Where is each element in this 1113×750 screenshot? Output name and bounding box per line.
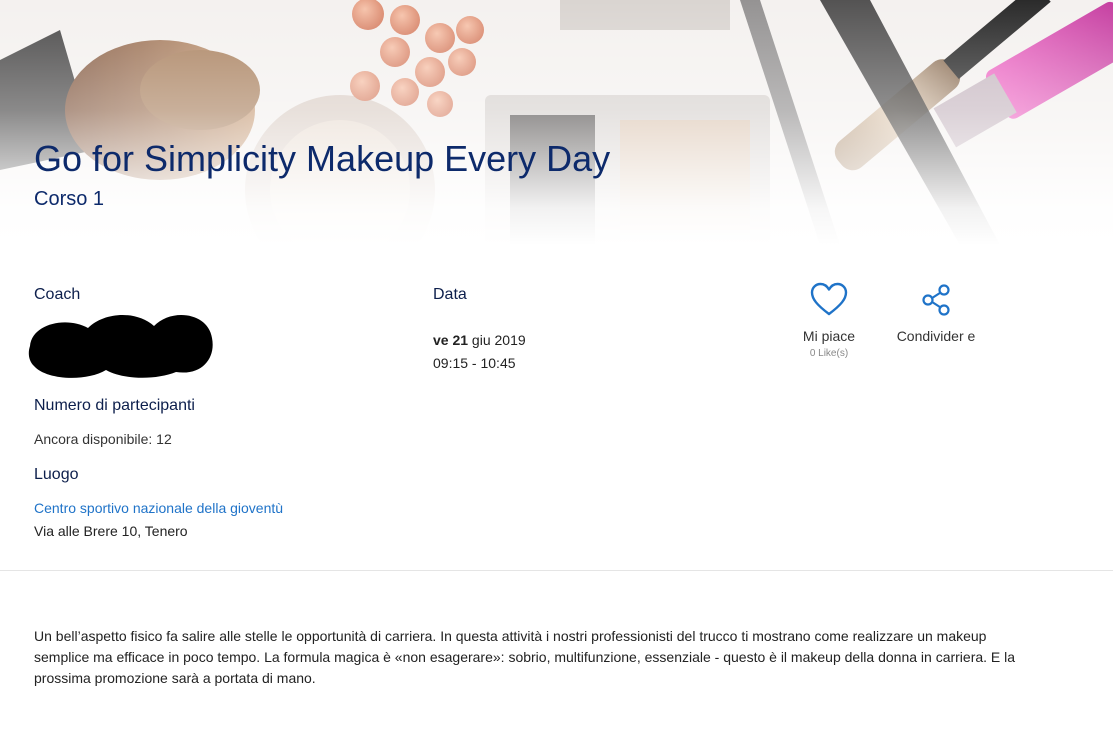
course-description: Un bell’aspetto fisico fa salire alle st… [34,628,1016,686]
time-range: 09:15 - 10:45 [433,355,516,371]
coach-redacted-name [28,314,213,378]
coach-label: Coach [34,286,81,303]
share-label: Condivider e [896,328,976,344]
location-label: Luogo [34,466,79,483]
availability-text: Ancora disponibile: 12 [34,431,172,447]
date-month-year: giu 2019 [468,332,526,348]
course-subtitle: Corso 1 [34,188,105,210]
participants-label: Numero di partecipanti [34,397,195,414]
venue-link[interactable]: Centro sportivo nazionale della gioventù [34,500,283,516]
address-text: Via alle Brere 10, Tenero [34,523,188,539]
hero-banner: Go for Simplicity Makeup Every Day Corso… [0,0,1113,245]
page-title: Go for Simplicity Makeup Every Day [34,138,611,179]
date-day: ve 21 giu 2019 [433,332,526,348]
like-button[interactable]: Mi piace 0 Like(s) [789,282,869,359]
date-label: Data [433,286,467,303]
share-icon [922,284,950,316]
like-label: Mi piace [802,328,856,344]
like-count: 0 Like(s) [809,348,849,359]
section-divider [0,570,1113,571]
share-button[interactable]: Condivider e [896,282,976,346]
date-weekday-number: ve 21 [433,332,469,348]
hero-fade-overlay [0,0,1113,245]
heart-icon [810,282,848,316]
